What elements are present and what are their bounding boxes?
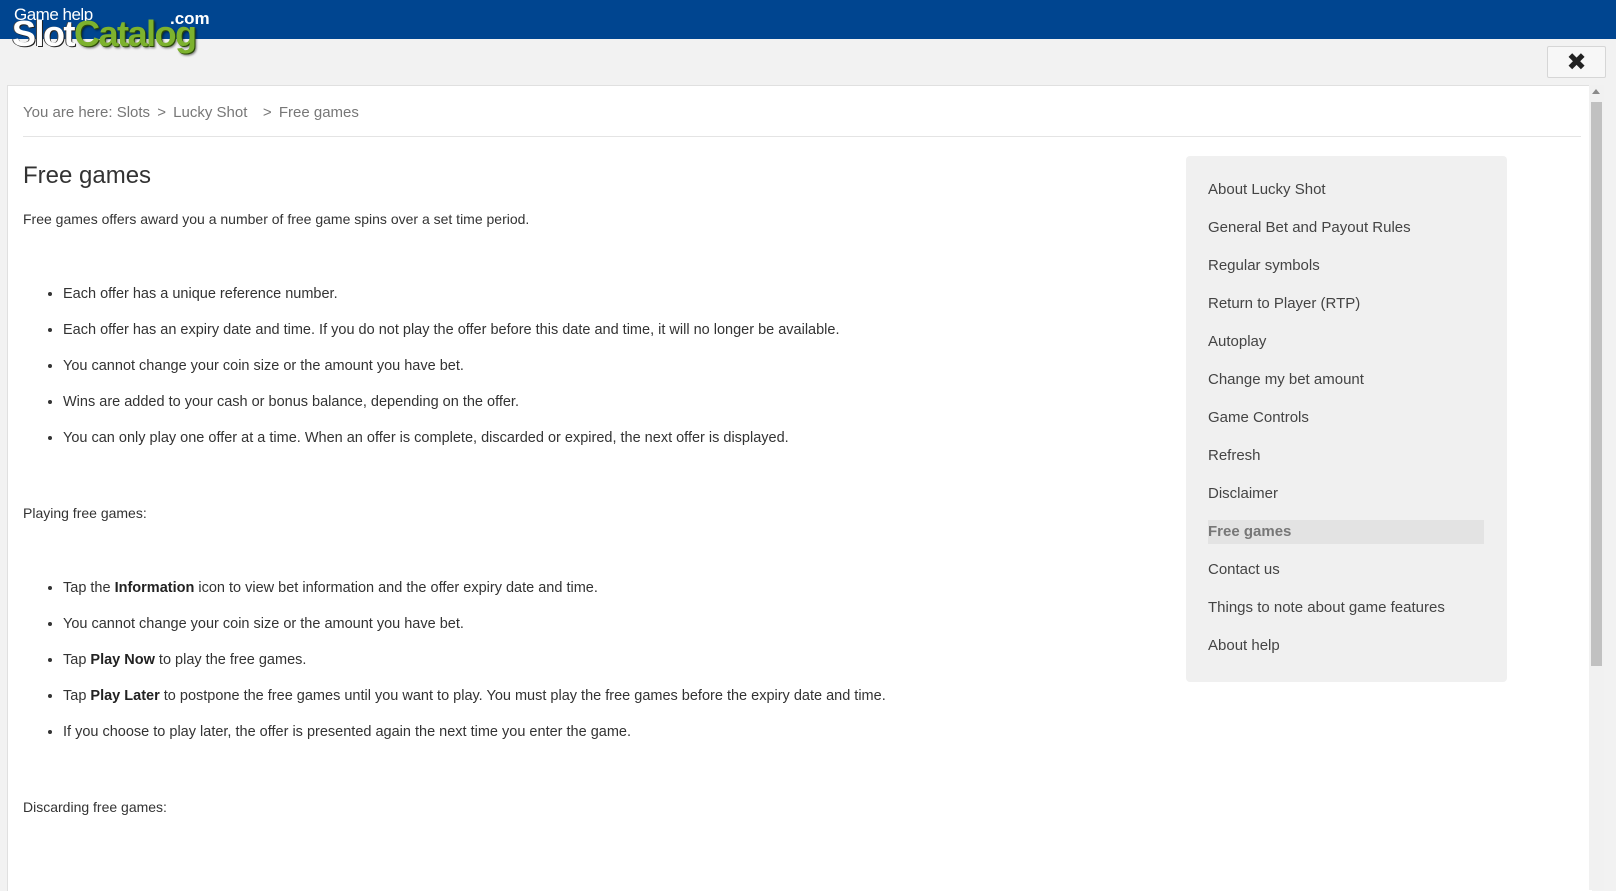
top-bar — [0, 0, 1616, 39]
list-item: You cannot change your coin size or the … — [63, 614, 1153, 634]
scroll-up-arrow-icon[interactable] — [1592, 89, 1600, 94]
nav-item-regular-symbols[interactable]: Regular symbols — [1208, 254, 1484, 278]
list-text: Tap the — [63, 580, 115, 596]
help-panel: You are here: Slots > Lucky Shot > Free … — [7, 85, 1592, 891]
nav-item-about-lucky-shot[interactable]: About Lucky Shot — [1208, 178, 1484, 202]
list-text: icon to view bet information and the off… — [194, 580, 598, 596]
play-now-label: Play Now — [90, 652, 155, 668]
nav-item-disclaimer[interactable]: Disclaimer — [1208, 482, 1484, 506]
information-label: Information — [114, 580, 195, 596]
close-button[interactable]: ✖ — [1547, 46, 1606, 78]
logo-wordmark: SlotCatalog — [12, 13, 197, 54]
breadcrumb-link-game[interactable]: Lucky Shot — [173, 104, 247, 121]
breadcrumb: You are here: Slots > Lucky Shot > Free … — [23, 104, 359, 121]
list-item: Each offer has a unique reference number… — [63, 284, 1153, 304]
nav-item-refresh[interactable]: Refresh — [1208, 444, 1484, 468]
breadcrumb-link-slots[interactable]: Slots — [117, 104, 150, 121]
offer-rules-list: Each offer has a unique reference number… — [23, 284, 1153, 448]
play-later-label: Play Later — [90, 688, 160, 704]
list-item: If you choose to play later, the offer i… — [63, 722, 1153, 742]
nav-item-general-bet-payout-rules[interactable]: General Bet and Payout Rules — [1208, 216, 1484, 240]
scroll-thumb[interactable] — [1591, 102, 1602, 666]
breadcrumb-separator: > — [157, 104, 166, 121]
nav-item-contact-us[interactable]: Contact us — [1208, 558, 1484, 582]
breadcrumb-separator: > — [262, 104, 272, 121]
logo-word-slot: Slot — [12, 13, 76, 54]
nav-item-rtp[interactable]: Return to Player (RTP) — [1208, 292, 1484, 316]
vertical-scrollbar[interactable] — [1589, 85, 1604, 890]
intro-paragraph: Free games offers award you a number of … — [23, 211, 530, 227]
main-content: Free games Free games offers award you a… — [23, 160, 1153, 815]
list-text: Tap — [63, 652, 91, 668]
list-text: to postpone the free games until you wan… — [159, 688, 886, 704]
playing-steps-list: Tap the Information icon to view bet inf… — [23, 578, 1153, 742]
list-item: Wins are added to your cash or bonus bal… — [63, 392, 1153, 412]
nav-item-change-bet-amount[interactable]: Change my bet amount — [1208, 368, 1484, 392]
close-icon: ✖ — [1566, 48, 1587, 76]
list-item: Tap Play Later to postpone the free game… — [63, 686, 1153, 706]
logo-word-catalog: Catalog — [74, 13, 197, 54]
nav-item-game-controls[interactable]: Game Controls — [1208, 406, 1484, 430]
breadcrumb-divider — [23, 136, 1581, 137]
breadcrumb-prefix: You are here: — [23, 104, 113, 121]
help-topics-nav: About Lucky Shot General Bet and Payout … — [1186, 156, 1507, 682]
playing-heading: Playing free games: — [23, 505, 147, 521]
nav-item-free-games[interactable]: Free games — [1208, 520, 1484, 544]
page-title: Free games — [23, 162, 152, 189]
list-text: Tap — [63, 688, 91, 704]
list-item: You can only play one offer at a time. W… — [63, 428, 1153, 448]
nav-item-autoplay[interactable]: Autoplay — [1208, 330, 1484, 354]
breadcrumb-current: Free games — [278, 104, 359, 121]
discarding-heading: Discarding free games: — [23, 799, 167, 815]
list-item: Tap Play Now to play the free games. — [63, 650, 1153, 670]
list-item: You cannot change your coin size or the … — [63, 356, 1153, 376]
list-item: Each offer has an expiry date and time. … — [63, 320, 1153, 340]
nav-item-about-help[interactable]: About help — [1208, 634, 1484, 658]
list-item: Tap the Information icon to view bet inf… — [63, 578, 1153, 598]
nav-item-game-features-notes[interactable]: Things to note about game features — [1208, 596, 1484, 620]
list-text: to play the free games. — [154, 652, 307, 668]
